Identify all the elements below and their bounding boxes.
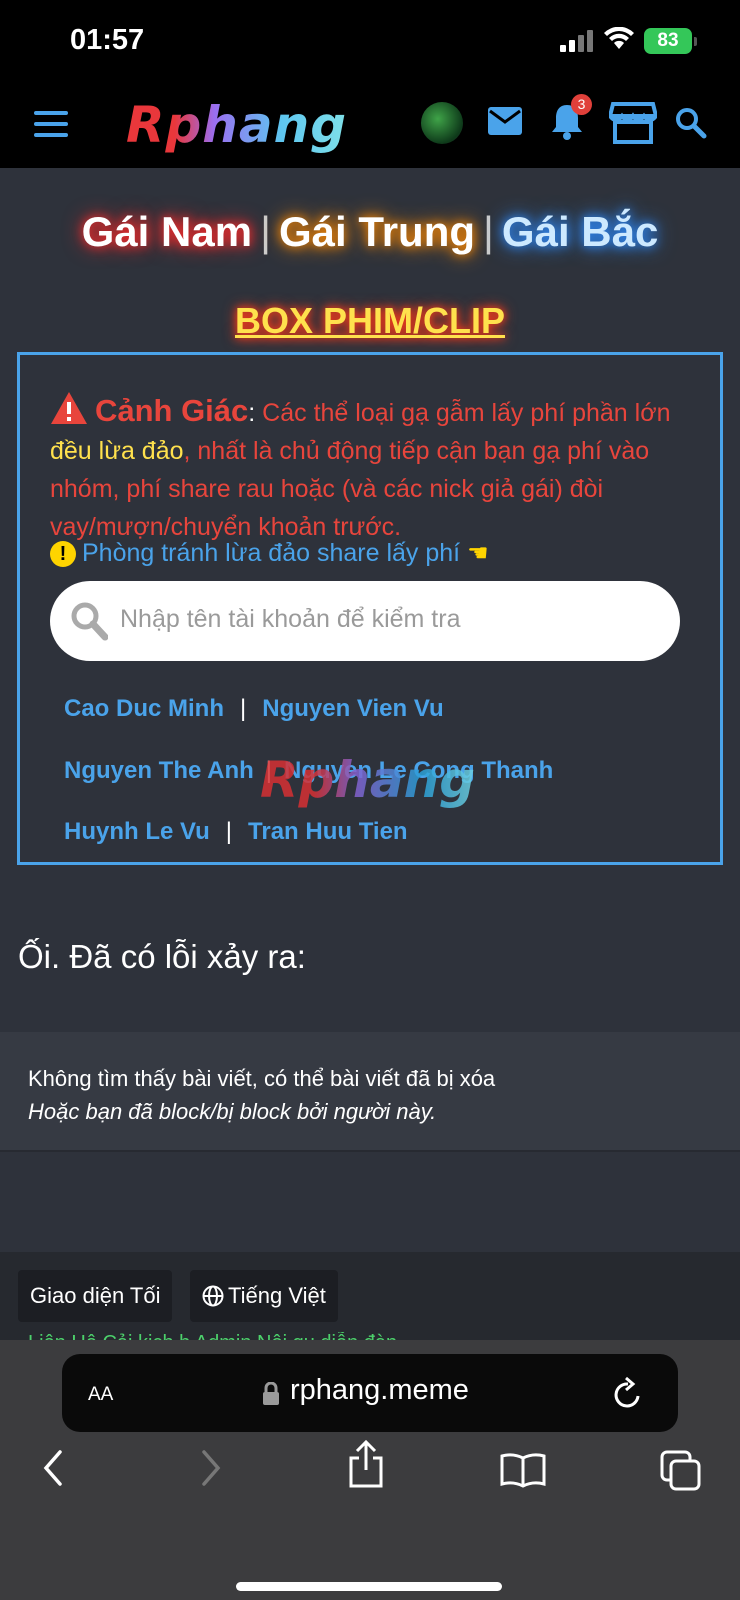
tabs-icon[interactable] — [660, 1450, 702, 1492]
search-input[interactable]: Nhập tên tài khoản để kiểm tra — [120, 605, 460, 634]
reload-icon[interactable] — [612, 1376, 644, 1410]
account-separator: | — [225, 818, 233, 845]
language-button[interactable]: Tiếng Việt — [190, 1270, 338, 1322]
account-link[interactable]: Nguyen Vien Vu — [262, 695, 443, 722]
exclamation-icon: ! — [50, 541, 76, 567]
lock-icon — [263, 1382, 279, 1405]
account-link[interactable]: Tran Huu Tien — [248, 818, 408, 845]
language-label: Tiếng Việt — [228, 1283, 326, 1308]
browser-toolbar: AA rphang.meme — [0, 1340, 740, 1600]
site-footer: Giao diện Tối Tiếng Việt Liên Hệ Cải kịc… — [0, 1252, 740, 1344]
error-line-2: Hoặc bạn đã block/bị block bởi người này… — [28, 1099, 437, 1124]
list-item: Huynh Le Vu | Tran Huu Tien — [64, 818, 408, 846]
region-north-link[interactable]: Gái Bắc — [502, 208, 658, 255]
share-icon[interactable] — [348, 1440, 384, 1488]
region-separator: | — [260, 208, 271, 255]
search-icon[interactable] — [675, 107, 707, 139]
account-link[interactable]: Cao Duc Minh — [64, 695, 224, 722]
search-icon — [71, 602, 108, 641]
status-bar: 01:57 83 — [0, 0, 740, 82]
reader-settings-label: AA — [88, 1384, 114, 1405]
url-text[interactable]: rphang.meme — [290, 1374, 469, 1407]
account-link[interactable]: Huynh Le Vu — [64, 818, 210, 845]
account-link[interactable]: Nguyen The Anh — [64, 757, 254, 784]
pointing-hand-icon: ☚ — [467, 540, 489, 567]
cellular-signal-icon — [560, 30, 593, 52]
region-central-link[interactable]: Gái Trung — [279, 208, 475, 255]
error-line-1: Không tìm thấy bài viết, có thể bài viết… — [28, 1066, 496, 1091]
warning-text: Cảnh Giác: Các thể loại gạ gẫm lấy phí p… — [50, 391, 690, 546]
region-links: Gái Nam | Gái Trung | Gái Bắc — [0, 208, 740, 256]
region-separator: | — [483, 208, 494, 255]
reader-settings-button[interactable]: AA — [88, 1376, 113, 1407]
box-title-link[interactable]: BOX PHIM/CLIP — [0, 300, 740, 342]
account-check-search[interactable]: Nhập tên tài khoản để kiểm tra — [50, 581, 680, 661]
scam-warning-box: Cảnh Giác: Các thể loại gạ gẫm lấy phí p… — [17, 352, 723, 865]
notification-badge: 3 — [571, 94, 592, 115]
globe-icon — [202, 1285, 224, 1307]
scam-tip-label[interactable]: Phòng tránh lừa đảo share lấy phí — [82, 539, 460, 567]
battery-indicator: 83 — [644, 28, 697, 54]
wifi-icon — [604, 27, 634, 49]
bookmarks-icon[interactable] — [500, 1452, 546, 1488]
store-icon[interactable] — [609, 100, 657, 144]
list-item: Cao Duc Minh | Nguyen Vien Vu — [64, 695, 444, 723]
mail-icon[interactable] — [487, 106, 523, 136]
region-south-link[interactable]: Gái Nam — [82, 208, 252, 255]
address-bar[interactable]: AA rphang.meme — [62, 1354, 678, 1432]
forward-icon[interactable] — [196, 1448, 226, 1488]
site-header: Rphang 3 — [0, 82, 740, 168]
status-time: 01:57 — [70, 24, 145, 56]
error-message-box: Không tìm thấy bài viết, có thể bài viết… — [0, 1032, 740, 1152]
warning-highlight: đều lừa đảo — [50, 437, 184, 465]
home-indicator — [236, 1582, 502, 1591]
error-title: Ối. Đã có lỗi xảy ra: — [18, 938, 306, 975]
theme-toggle-button[interactable]: Giao diện Tối — [18, 1270, 173, 1322]
user-avatar[interactable] — [421, 102, 463, 144]
account-separator: | — [240, 695, 247, 722]
warning-icon — [51, 392, 87, 424]
warning-heading: Cảnh Giác — [94, 393, 249, 428]
scam-tip-link[interactable]: ! Phòng tránh lừa đảo share lấy phí ☚ — [50, 539, 489, 568]
error-message: Không tìm thấy bài viết, có thể bài viết… — [28, 1062, 495, 1128]
menu-icon[interactable] — [34, 111, 68, 137]
site-logo[interactable]: Rphang — [126, 96, 347, 154]
watermark-logo: Rphang — [260, 751, 476, 809]
back-icon[interactable] — [38, 1448, 68, 1488]
warning-body-1: Các thể loại gạ gẫm lấy phí phần lớn — [255, 399, 671, 427]
